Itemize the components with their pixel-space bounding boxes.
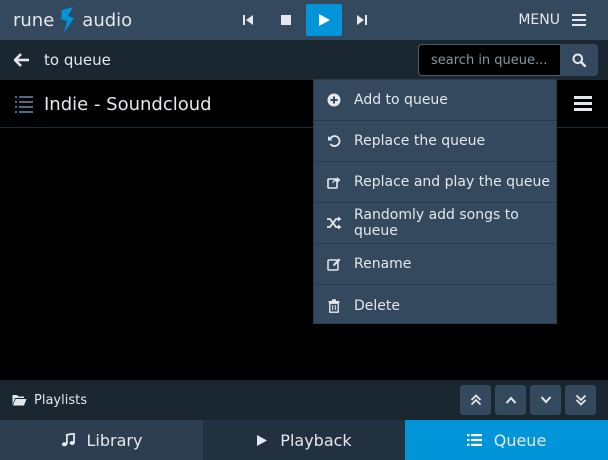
list-icon [466, 434, 482, 446]
menu-item-label: Add to queue [354, 92, 448, 108]
menu-item-delete[interactable]: Delete [314, 285, 556, 326]
chevron-up-icon [505, 396, 516, 404]
music-icon [61, 433, 75, 447]
playlist-icon [15, 96, 33, 113]
logo-text-right: audio [82, 9, 133, 31]
tab-label: Queue [493, 430, 547, 450]
menu-item-label: Rename [354, 256, 412, 272]
runeaudio-logo[interactable]: rune audio [13, 0, 132, 40]
rune-logo-icon [61, 7, 75, 33]
arrow-left-icon [14, 53, 29, 67]
plus-circle-icon [327, 93, 341, 107]
folder-open-icon [12, 395, 27, 406]
stop-button[interactable] [268, 4, 304, 36]
tab-library[interactable]: Library [0, 420, 203, 460]
back-label: to queue [44, 51, 111, 69]
search-input[interactable] [418, 44, 560, 76]
play-icon [319, 14, 330, 26]
play-icon [257, 434, 268, 446]
tab-queue[interactable]: Queue [405, 420, 608, 460]
scroll-top-button[interactable] [460, 385, 491, 415]
sub-bar: to queue [0, 40, 608, 80]
menu-item-label: Delete [354, 297, 400, 314]
queue-search [418, 44, 598, 76]
tab-playback[interactable]: Playback [203, 420, 405, 460]
tab-label: Library [86, 430, 143, 450]
transport-controls [230, 4, 382, 36]
playlist-title: Indie - Soundcloud [44, 93, 212, 115]
hamburger-icon [572, 14, 586, 26]
logo-text-left: rune [13, 9, 55, 31]
scroll-controls [460, 385, 596, 415]
double-chevron-up-icon [470, 394, 481, 406]
menu-item-label: Replace and play the queue [354, 174, 550, 190]
playlist-actions-icon[interactable] [574, 96, 592, 111]
breadcrumb-playlists[interactable]: Playlists [12, 380, 87, 420]
previous-icon [243, 15, 253, 25]
footer-tabs: Library Playback Queue [0, 420, 608, 460]
scroll-bottom-button[interactable] [565, 385, 596, 415]
trash-icon [328, 298, 340, 313]
menu-label: MENU [518, 12, 560, 28]
back-to-queue-button[interactable]: to queue [14, 40, 111, 80]
menu-item-label: Randomly add songs to queue [354, 207, 519, 239]
main-menu-button[interactable]: MENU [518, 0, 586, 40]
breadcrumb-label: Playlists [34, 392, 87, 408]
menu-item-replace-queue[interactable]: Replace the queue [314, 121, 556, 162]
double-chevron-down-icon [575, 394, 586, 406]
random-icon [327, 216, 342, 230]
next-button[interactable] [344, 4, 380, 36]
previous-button[interactable] [230, 4, 266, 36]
search-button[interactable] [560, 44, 598, 76]
stop-icon [281, 15, 291, 25]
edit-icon [327, 258, 341, 271]
top-bar: rune audio MENU [0, 0, 608, 40]
next-icon [357, 15, 367, 25]
breadcrumb-bar: Playlists [0, 380, 608, 420]
playlist-context-menu: Add to queue Replace the queue Replace a… [313, 79, 557, 324]
play-button[interactable] [306, 4, 342, 36]
search-icon [572, 53, 586, 67]
chevron-down-icon [540, 396, 551, 404]
scroll-up-button[interactable] [495, 385, 526, 415]
menu-item-add-to-queue[interactable]: Add to queue [314, 80, 556, 121]
menu-item-replace-and-play[interactable]: Replace and play the queue [314, 162, 556, 203]
tab-label: Playback [280, 430, 352, 450]
menu-item-random-add[interactable]: Randomly add songs to queue [314, 203, 556, 244]
undo-icon [328, 135, 341, 147]
menu-item-label: Replace the queue [354, 133, 486, 149]
scroll-down-button[interactable] [530, 385, 561, 415]
menu-item-rename[interactable]: Rename [314, 244, 556, 285]
share-icon [327, 177, 341, 189]
